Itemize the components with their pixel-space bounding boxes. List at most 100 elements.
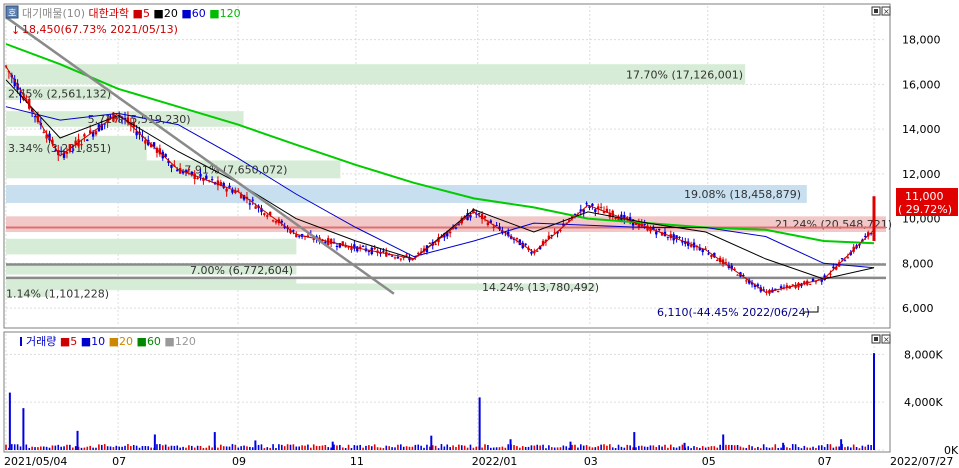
volume-bar [771, 447, 774, 450]
candle-body [86, 139, 89, 141]
volume-bar [603, 444, 605, 450]
volume-bar [797, 447, 800, 450]
volume-bar [130, 446, 132, 450]
volume-bar [733, 445, 736, 450]
settings-icon-glyph: 호 [8, 8, 16, 19]
volume-bar [205, 447, 208, 450]
volume-bar [411, 446, 414, 450]
volume-bar [37, 447, 39, 450]
price-tick-label: 6,000 [902, 302, 934, 315]
volume-bar [675, 447, 678, 450]
volume-bar [16, 444, 19, 450]
volume-bar [542, 444, 544, 450]
volume-bar [640, 445, 643, 450]
volume-bar [376, 447, 379, 450]
volume-profile-label: 1.14% (1,101,228) [6, 288, 109, 301]
volume-bar [307, 444, 309, 450]
volume-bar [95, 447, 97, 450]
volume-bar [789, 448, 791, 450]
volume-bar [652, 445, 655, 450]
volume-bar [356, 445, 359, 450]
volume-bar [829, 444, 832, 450]
volume-bar [588, 446, 591, 450]
volume-bar [838, 446, 840, 450]
volume-bar [873, 353, 875, 450]
volume-bar [28, 447, 31, 450]
volume-bar [341, 447, 344, 450]
volume-bar [63, 446, 65, 450]
volume-profile-label: 3.34% (3,231,851) [8, 142, 111, 155]
volume-bar [683, 442, 686, 450]
volume-bar [745, 447, 748, 450]
candle-body [196, 178, 199, 180]
volume-bar [246, 446, 248, 450]
volume-bar [188, 445, 190, 450]
legend-swatch: ■ [77, 335, 91, 348]
candle-body [396, 256, 400, 259]
volume-bar [150, 447, 152, 450]
volume-bar [251, 447, 254, 450]
volume-bar [208, 445, 211, 450]
stock-chart-window: 6,000 8,000 10,000 12,000 14,000 16,000 18,000… [0, 0, 959, 468]
current-price: 11,000 [905, 190, 944, 203]
price-tick-label: 8,000 [902, 257, 934, 270]
x-tick-label: 07 [818, 455, 832, 468]
volume-bar [768, 447, 771, 450]
volume-bar [368, 445, 370, 450]
volume-bar [751, 446, 753, 450]
volume-bar [539, 445, 541, 450]
volume-bar [858, 448, 861, 450]
close-icon: × [883, 7, 890, 16]
volume-bar [118, 446, 121, 450]
candle-body [666, 236, 670, 238]
volume-bar [826, 444, 829, 450]
volume-bar [765, 447, 768, 450]
volume-bar [440, 444, 443, 450]
volume-bar [794, 444, 797, 450]
candle-body [477, 213, 481, 215]
volume-bar [699, 447, 701, 450]
volume-bar [800, 448, 803, 450]
legend-swatch: ■ [105, 335, 119, 348]
volume-bar [234, 444, 237, 450]
volume-bar [484, 444, 486, 450]
volume-bar [34, 447, 36, 450]
volume-bar [870, 445, 872, 450]
volume-bar [730, 444, 733, 450]
volume-bar [495, 447, 498, 450]
candle-body [266, 215, 269, 217]
volume-bar [336, 445, 338, 450]
volume-bar [626, 444, 629, 450]
candle-body [393, 257, 397, 259]
candle-body [390, 255, 394, 257]
volume-profile-label: 19.08% (18,458,879) [684, 188, 801, 201]
volume-bar [237, 447, 240, 450]
candle-body [399, 258, 403, 260]
candle-body [689, 245, 693, 247]
volume-bar [704, 447, 707, 450]
volume-bar [609, 444, 611, 450]
volume-bar [504, 447, 507, 450]
volume-bar [362, 447, 364, 450]
candle-body [382, 250, 385, 252]
volume-bar [112, 447, 115, 450]
volume-bar [71, 447, 74, 450]
candle-body [843, 260, 847, 262]
volume-bar [832, 447, 835, 450]
x-tick-label: 03 [584, 455, 598, 468]
candle-body [492, 226, 495, 228]
volume-bar [127, 444, 129, 450]
candle-body [199, 173, 202, 177]
volume-bar [687, 446, 690, 450]
volume-bar [611, 447, 614, 450]
volume-bar [643, 446, 646, 450]
volume-bar [243, 445, 245, 450]
volume-bar [240, 446, 242, 450]
volume-profile-label: 14.24% (13,780,492) [482, 281, 599, 294]
volume-bar [690, 448, 692, 450]
volume-bar [382, 448, 385, 450]
candle-body [367, 250, 371, 252]
candle-body [144, 140, 147, 144]
volume-bar [385, 445, 388, 450]
x-tick-label: 05 [702, 455, 716, 468]
